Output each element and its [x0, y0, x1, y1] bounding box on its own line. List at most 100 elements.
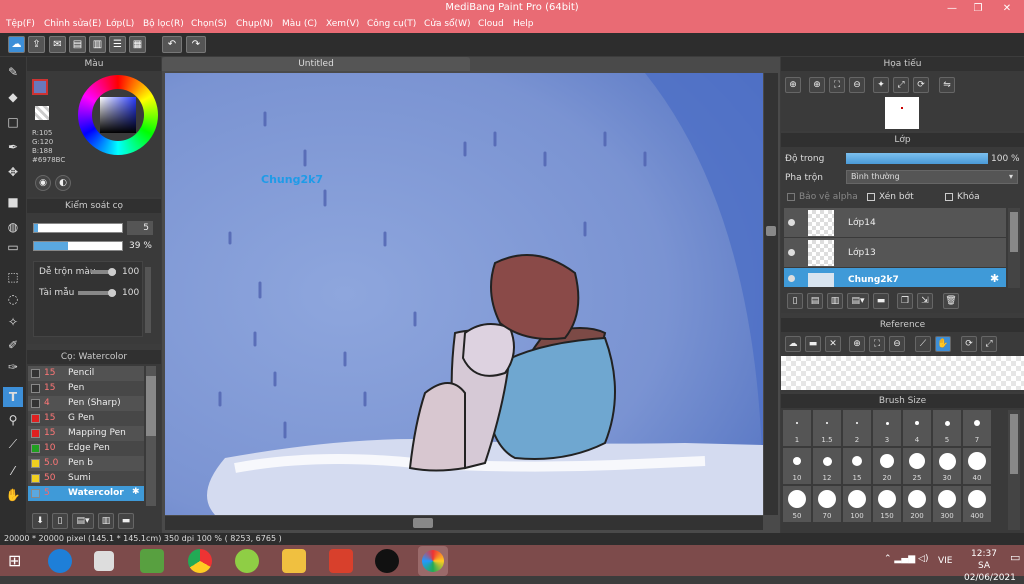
- menu-view[interactable]: Xem(V): [326, 19, 359, 29]
- menu-help[interactable]: Help: [513, 19, 534, 29]
- reference-cloud-icon[interactable]: ☁: [785, 336, 801, 352]
- share-icon[interactable]: ⇪: [28, 36, 45, 53]
- reference-zoom-out-icon[interactable]: ⊖: [889, 336, 905, 352]
- notification-icon[interactable]: ▭: [1010, 551, 1020, 564]
- lasso-tool-icon[interactable]: ◌: [3, 289, 23, 309]
- reference-fullscreen-icon[interactable]: ⤢: [981, 336, 997, 352]
- fill-rect-tool-icon[interactable]: ■: [3, 192, 23, 212]
- rotate-icon[interactable]: ✦: [873, 77, 889, 93]
- canvas-vertical-scrollbar[interactable]: [764, 73, 778, 515]
- brush-size-value[interactable]: 5: [127, 221, 153, 235]
- select-eraser-tool-icon[interactable]: ✑: [3, 357, 23, 377]
- brush-size-cell[interactable]: 3: [873, 410, 901, 446]
- page-icon[interactable]: ▤: [69, 36, 86, 53]
- brush-size-slider[interactable]: [33, 223, 123, 233]
- color-swap-icon[interactable]: ◐: [55, 175, 71, 191]
- menu-select[interactable]: Chọn(S): [191, 19, 227, 29]
- brush-size-cell[interactable]: 400: [963, 486, 991, 522]
- magic-wand-tool-icon[interactable]: ✧: [3, 312, 23, 332]
- duplicate-layer-icon[interactable]: ❐: [897, 293, 913, 309]
- color-square[interactable]: [100, 97, 136, 133]
- layer-folder-icon[interactable]: ▬: [873, 293, 889, 309]
- brush-tool-icon[interactable]: ✎: [3, 62, 23, 82]
- lock-checkbox[interactable]: [945, 193, 953, 201]
- bucket-tool-icon[interactable]: ◍: [3, 217, 23, 237]
- brush-size-cell[interactable]: 30: [933, 448, 961, 484]
- undo-icon[interactable]: ↶: [162, 36, 182, 53]
- maximize-button[interactable]: ❐: [964, 0, 992, 17]
- background-color-swatch[interactable]: [35, 106, 49, 120]
- grid-icon[interactable]: ▦: [129, 36, 146, 53]
- color-wheel[interactable]: [78, 75, 158, 155]
- layer-blend-select[interactable]: Bình thường ▾: [846, 170, 1018, 184]
- brush-settings-icon[interactable]: ▥: [98, 513, 114, 529]
- brush-size-cell[interactable]: 1.5: [813, 410, 841, 446]
- brush-list-item[interactable]: 5 Watercolor ✱: [28, 486, 144, 501]
- fullscreen-icon[interactable]: ⤢: [893, 77, 909, 93]
- bluestacks-icon[interactable]: [140, 549, 164, 573]
- reference-hand-icon[interactable]: ✋: [935, 336, 951, 352]
- palette-icon[interactable]: ◉: [35, 175, 51, 191]
- brush-size-cell[interactable]: 2: [843, 410, 871, 446]
- chrome-icon[interactable]: [188, 549, 212, 573]
- list-icon[interactable]: ☰: [109, 36, 126, 53]
- reference-open-icon[interactable]: ▬: [805, 336, 821, 352]
- dropper2-tool-icon[interactable]: ⁄: [3, 461, 23, 481]
- layer-opacity-slider[interactable]: [846, 153, 988, 164]
- brush-folder-icon[interactable]: ▬: [118, 513, 134, 529]
- brush-size-cell[interactable]: 15: [843, 448, 871, 484]
- comment-icon[interactable]: ✉: [49, 36, 66, 53]
- brush-list-item[interactable]: 4 Pen (Sharp): [28, 396, 144, 411]
- taskbar-clock[interactable]: 12:37 SA 02/06/2021: [964, 548, 1016, 584]
- language-indicator[interactable]: VIE: [938, 556, 953, 566]
- brush-size-cell[interactable]: 40: [963, 448, 991, 484]
- menu-window[interactable]: Cửa sổ(W): [424, 19, 470, 29]
- add-brush-icon[interactable]: ⬇: [32, 513, 48, 529]
- windows-app-icon[interactable]: [94, 551, 114, 571]
- reference-rotate-icon[interactable]: ⟳: [961, 336, 977, 352]
- brush-size-cell[interactable]: 25: [903, 448, 931, 484]
- zoom-out-icon[interactable]: ⊖: [849, 77, 865, 93]
- layer-row-selected[interactable]: Chung2k7 ✱: [784, 268, 1006, 288]
- canvas-horizontal-scrollbar[interactable]: [165, 516, 763, 530]
- eyedropper-tool-icon[interactable]: ⟋: [3, 434, 23, 454]
- fit-icon[interactable]: ⛶: [829, 77, 845, 93]
- document-icon[interactable]: ▥: [89, 36, 106, 53]
- merge-layer-icon[interactable]: ⇲: [917, 293, 933, 309]
- brush-list-item[interactable]: 5.0 Pen b: [28, 456, 144, 471]
- eraser-tool-icon[interactable]: ◆: [3, 87, 23, 107]
- new-layer3-icon[interactable]: ▥: [827, 293, 843, 309]
- brush-size-cell[interactable]: 10: [783, 448, 811, 484]
- zoom-in-icon[interactable]: ⊕: [785, 77, 801, 93]
- brush-list-scrollbar[interactable]: [146, 366, 156, 506]
- redo-icon[interactable]: ↷: [186, 36, 206, 53]
- flip-icon[interactable]: ⇋: [939, 77, 955, 93]
- reference-fit-icon[interactable]: ⛶: [869, 336, 885, 352]
- layer-row[interactable]: Lớp14: [784, 208, 1006, 238]
- coccoc-icon[interactable]: [235, 549, 259, 573]
- brush-size-cell[interactable]: 150: [873, 486, 901, 522]
- protect-alpha-checkbox[interactable]: [787, 193, 795, 201]
- tiktok-icon[interactable]: [375, 549, 399, 573]
- brush-list-item[interactable]: 15 Pen: [28, 381, 144, 396]
- rectangle-tool-icon[interactable]: □: [3, 112, 23, 132]
- brush-list-item[interactable]: 15 Mapping Pen: [28, 426, 144, 441]
- brush-list-item[interactable]: 15 Pencil: [28, 366, 144, 381]
- gradient-tool-icon[interactable]: ▭: [3, 237, 23, 257]
- navigator-thumbnail[interactable]: [885, 97, 919, 129]
- reset-rotate-icon[interactable]: ⟳: [913, 77, 929, 93]
- brush-size-cell[interactable]: 100: [843, 486, 871, 522]
- brush-menu-icon[interactable]: ▤▾: [72, 513, 94, 529]
- file-explorer-icon[interactable]: [282, 549, 306, 573]
- zoom-in2-icon[interactable]: ⊕: [809, 77, 825, 93]
- brush-size-cell[interactable]: 1: [783, 410, 811, 446]
- layer-visibility-icon[interactable]: [788, 219, 795, 226]
- layer-visibility-icon[interactable]: [788, 249, 795, 256]
- menu-filter[interactable]: Bộ lọc(R): [143, 19, 184, 29]
- resource-slider[interactable]: [78, 289, 116, 297]
- new-brush-icon[interactable]: ▯: [52, 513, 68, 529]
- menu-capture[interactable]: Chụp(N): [236, 19, 273, 29]
- menu-tools[interactable]: Công cụ(T): [367, 19, 416, 29]
- new-layer-icon[interactable]: ▯: [787, 293, 803, 309]
- brush-size-cell[interactable]: 12: [813, 448, 841, 484]
